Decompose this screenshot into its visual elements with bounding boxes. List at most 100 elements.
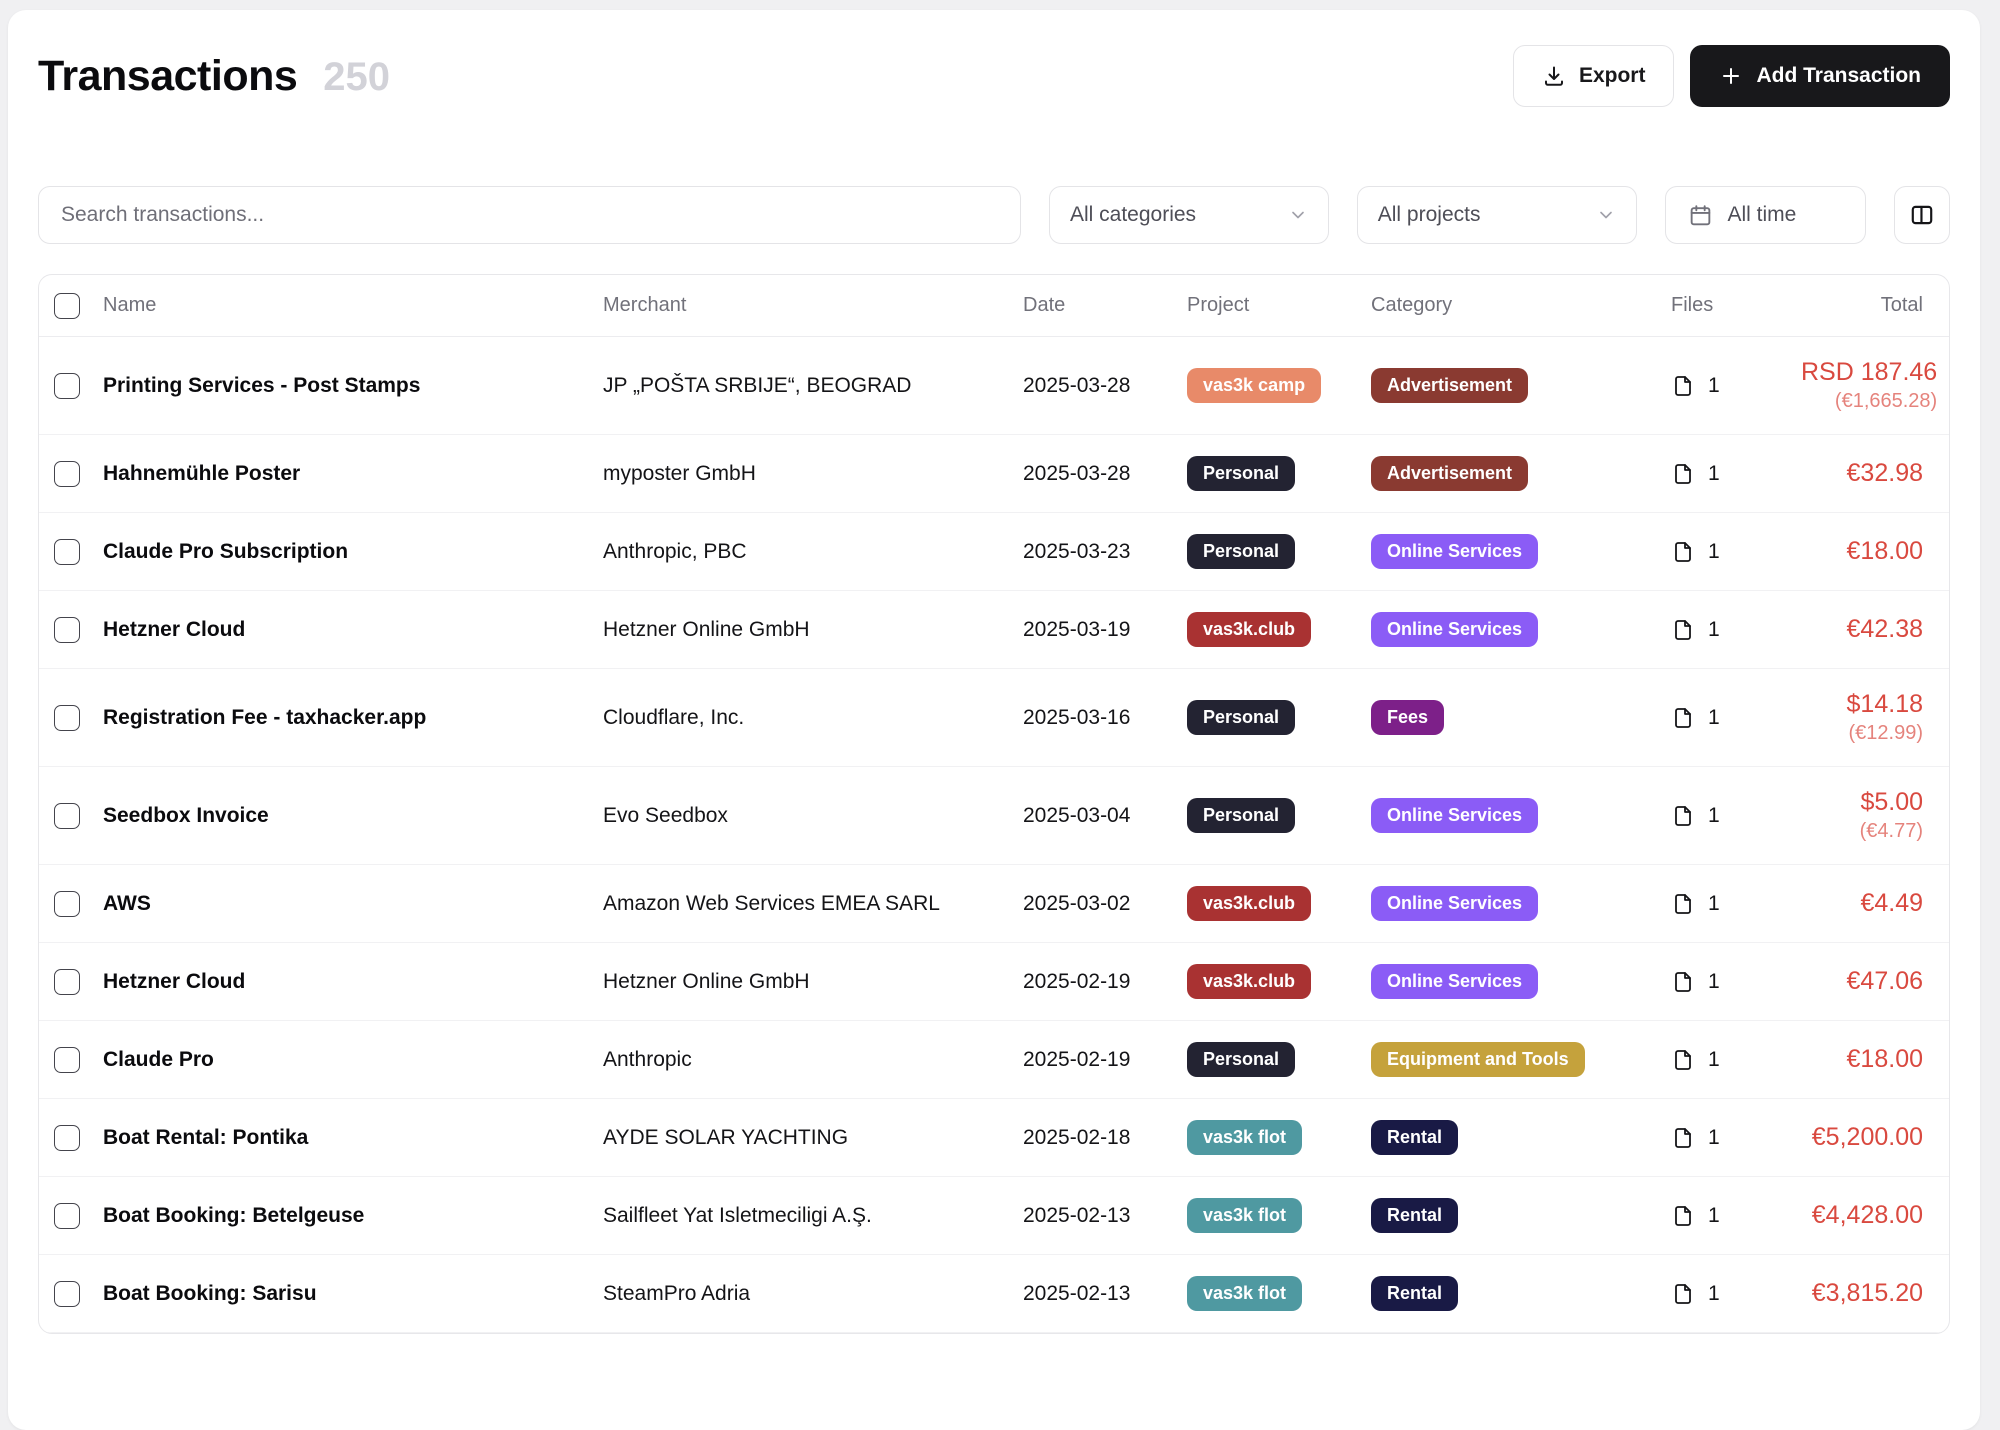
file-icon (1671, 706, 1695, 730)
file-icon (1671, 970, 1695, 994)
select-all-checkbox[interactable] (54, 293, 80, 319)
file-icon (1671, 462, 1695, 486)
transaction-name: Boat Booking: Sarisu (103, 1282, 603, 1306)
row-checkbox[interactable] (54, 1047, 80, 1073)
category-badge: Rental (1371, 1120, 1458, 1155)
total-amount: €42.38 (1801, 615, 1923, 644)
project-filter-value: All projects (1378, 203, 1481, 227)
transaction-name: AWS (103, 892, 603, 916)
transaction-date: 2025-03-19 (1023, 618, 1187, 642)
export-button-label: Export (1579, 64, 1646, 88)
file-icon (1671, 892, 1695, 916)
row-checkbox[interactable] (54, 617, 80, 643)
project-badge: vas3k.club (1187, 612, 1311, 647)
file-icon (1671, 618, 1695, 642)
table-row[interactable]: Seedbox Invoice Evo Seedbox 2025-03-04 P… (39, 767, 1949, 865)
total-amount: €32.98 (1801, 459, 1923, 488)
table-row[interactable]: Hetzner Cloud Hetzner Online GmbH 2025-0… (39, 591, 1949, 669)
column-settings-button[interactable] (1894, 186, 1950, 244)
transaction-name: Hetzner Cloud (103, 970, 603, 994)
filter-bar: All categories All projects All time (38, 186, 1950, 244)
row-checkbox[interactable] (54, 1281, 80, 1307)
table-row[interactable]: Claude Pro Anthropic 2025-02-19 Personal… (39, 1021, 1949, 1099)
table-row[interactable]: Boat Booking: Betelgeuse Sailfleet Yat I… (39, 1177, 1949, 1255)
files-count: 1 (1708, 970, 1720, 994)
row-checkbox[interactable] (54, 969, 80, 995)
date-range-button[interactable]: All time (1665, 186, 1866, 244)
transaction-merchant: Anthropic (603, 1048, 1023, 1072)
add-transaction-button-label: Add Transaction (1756, 64, 1921, 88)
transaction-name: Hetzner Cloud (103, 618, 603, 642)
table-row[interactable]: Printing Services - Post Stamps JP „POŠT… (39, 337, 1949, 435)
file-icon (1671, 804, 1695, 828)
row-checkbox[interactable] (54, 803, 80, 829)
file-icon (1671, 374, 1695, 398)
table-row[interactable]: Boat Rental: Pontika AYDE SOLAR YACHTING… (39, 1099, 1949, 1177)
files-count: 1 (1708, 804, 1720, 828)
category-badge: Online Services (1371, 612, 1538, 647)
row-checkbox[interactable] (54, 461, 80, 487)
files-count: 1 (1708, 374, 1720, 398)
project-badge: vas3k.club (1187, 886, 1311, 921)
chevron-down-icon (1288, 205, 1308, 225)
total-amount: €3,815.20 (1801, 1279, 1923, 1308)
transaction-name: Seedbox Invoice (103, 804, 603, 828)
search-input[interactable] (38, 186, 1021, 244)
row-checkbox[interactable] (54, 539, 80, 565)
total-amount: €18.00 (1801, 1045, 1923, 1074)
table-body: Printing Services - Post Stamps JP „POŠT… (39, 337, 1949, 1333)
transaction-date: 2025-02-19 (1023, 1048, 1187, 1072)
category-badge: Advertisement (1371, 368, 1528, 403)
category-filter-value: All categories (1070, 203, 1196, 227)
files-count: 1 (1708, 1048, 1720, 1072)
project-badge: Personal (1187, 700, 1295, 735)
row-checkbox[interactable] (54, 1203, 80, 1229)
table-row[interactable]: Claude Pro Subscription Anthropic, PBC 2… (39, 513, 1949, 591)
transaction-date: 2025-02-19 (1023, 970, 1187, 994)
transactions-count: 250 (323, 55, 390, 100)
total-amount: €5,200.00 (1801, 1123, 1923, 1152)
files-count: 1 (1708, 1282, 1720, 1306)
row-checkbox[interactable] (54, 705, 80, 731)
row-checkbox[interactable] (54, 1125, 80, 1151)
column-header-name: Name (103, 294, 603, 317)
category-badge: Online Services (1371, 534, 1538, 569)
transaction-name: Hahnemühle Poster (103, 462, 603, 486)
transaction-date: 2025-03-28 (1023, 462, 1187, 486)
total-amount: RSD 187.46 (1801, 358, 1937, 387)
column-header-total: Total (1801, 294, 1949, 317)
files-count: 1 (1708, 540, 1720, 564)
column-header-date: Date (1023, 294, 1187, 317)
table-row[interactable]: Boat Booking: Sarisu SteamPro Adria 2025… (39, 1255, 1949, 1333)
transaction-name: Boat Booking: Betelgeuse (103, 1204, 603, 1228)
files-count: 1 (1708, 1204, 1720, 1228)
transaction-merchant: Amazon Web Services EMEA SARL (603, 892, 1023, 916)
files-count: 1 (1708, 892, 1720, 916)
total-amount: €4,428.00 (1801, 1201, 1923, 1230)
row-checkbox[interactable] (54, 891, 80, 917)
row-checkbox[interactable] (54, 373, 80, 399)
table-row[interactable]: AWS Amazon Web Services EMEA SARL 2025-0… (39, 865, 1949, 943)
export-button[interactable]: Export (1513, 45, 1675, 107)
add-transaction-button[interactable]: Add Transaction (1690, 45, 1950, 107)
project-badge: vas3k.club (1187, 964, 1311, 999)
table-row[interactable]: Registration Fee - taxhacker.app Cloudfl… (39, 669, 1949, 767)
transaction-name: Claude Pro (103, 1048, 603, 1072)
total-converted: (€12.99) (1801, 722, 1923, 745)
table-header-row: Name Merchant Date Project Category File… (39, 275, 1949, 337)
transaction-merchant: Sailfleet Yat Isletmeciligi A.Ş. (603, 1204, 1023, 1228)
table-row[interactable]: Hahnemühle Poster myposter GmbH 2025-03-… (39, 435, 1949, 513)
transaction-date: 2025-03-16 (1023, 706, 1187, 730)
total-amount: $14.18 (1801, 690, 1923, 719)
transaction-merchant: Hetzner Online GmbH (603, 970, 1023, 994)
project-badge: vas3k camp (1187, 368, 1321, 403)
transaction-name: Boat Rental: Pontika (103, 1126, 603, 1150)
project-badge: vas3k flot (1187, 1276, 1302, 1311)
category-badge: Fees (1371, 700, 1444, 735)
transaction-date: 2025-03-04 (1023, 804, 1187, 828)
category-filter-select[interactable]: All categories (1049, 186, 1329, 244)
project-filter-select[interactable]: All projects (1357, 186, 1637, 244)
table-row[interactable]: Hetzner Cloud Hetzner Online GmbH 2025-0… (39, 943, 1949, 1021)
total-converted: (€4.77) (1801, 820, 1923, 843)
transaction-date: 2025-03-02 (1023, 892, 1187, 916)
